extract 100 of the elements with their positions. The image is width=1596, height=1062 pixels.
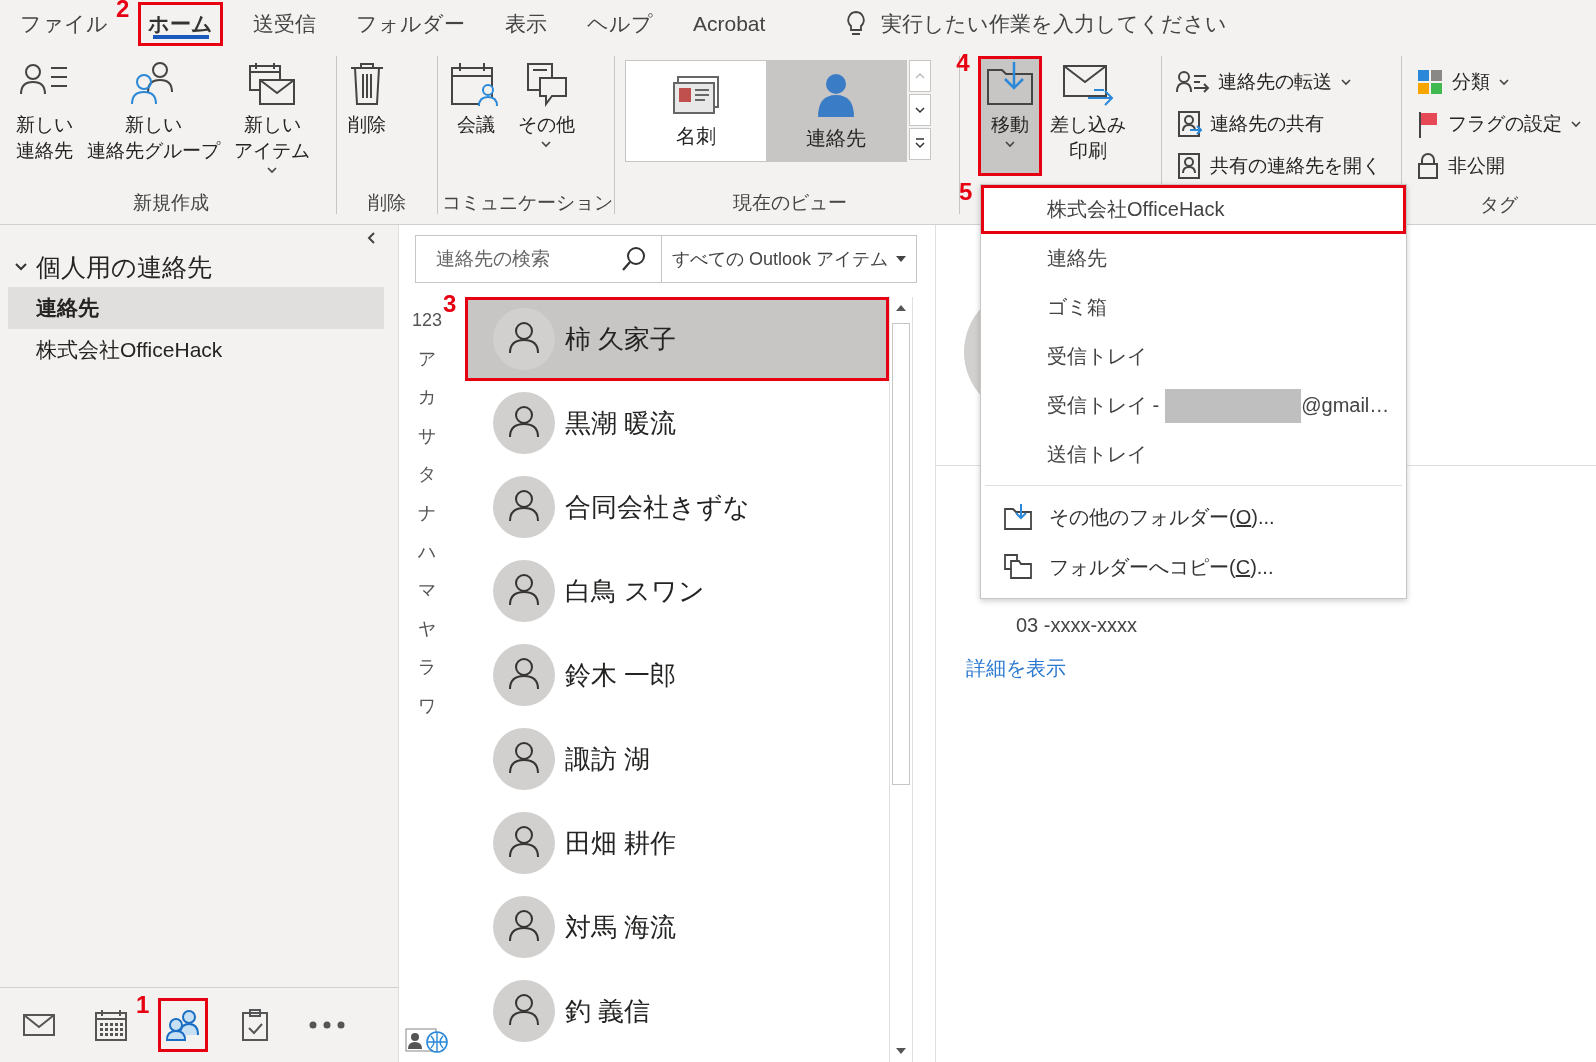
contact-row[interactable]: 釣 義信	[465, 969, 889, 1053]
folder-item[interactable]: 株式会社OfficeHack	[8, 329, 384, 371]
view-option[interactable]: 名刺	[625, 61, 766, 161]
contact-row[interactable]: 黒潮 暖流	[465, 381, 889, 465]
more-icon	[309, 1021, 345, 1029]
index-letter[interactable]: ナ	[418, 493, 436, 533]
lock-icon	[1416, 152, 1440, 180]
avatar-icon	[493, 560, 555, 622]
nav-button[interactable]	[158, 998, 208, 1052]
menu-tab[interactable]: 送受信	[243, 2, 326, 46]
contact-name: 柿 久家子	[565, 322, 677, 356]
menu-tab[interactable]: Acrobat	[683, 2, 776, 46]
avatar-icon	[493, 476, 555, 538]
search-icon	[621, 246, 647, 272]
index-letter[interactable]: サ	[418, 416, 436, 456]
ribbon-button[interactable]: 差し込み 印刷	[1044, 56, 1133, 176]
menu-item[interactable]: 受信トレイ - @gmail…	[981, 381, 1406, 430]
scroll-thumb[interactable]	[892, 323, 910, 785]
dropdown-arrow-icon	[896, 256, 906, 262]
ribbon-button[interactable]: 非公開	[1416, 146, 1582, 186]
step-number: 3	[443, 291, 457, 317]
contact-globe-icon	[405, 1028, 449, 1054]
step-number: 4	[956, 50, 970, 76]
contact-name: 釣 義信	[565, 994, 651, 1028]
ribbon-button[interactable]: 移動	[978, 56, 1043, 176]
color-grid-icon	[1416, 68, 1444, 96]
lightbulb-icon	[845, 10, 868, 38]
ribbon-button[interactable]: 会議	[441, 56, 510, 176]
phone-number: 03 -xxxx-xxxx	[1016, 614, 1139, 637]
ribbon-button[interactable]: その他	[511, 56, 581, 176]
menu-item[interactable]: フォルダーへコピー(C)...	[981, 542, 1406, 592]
menu-item[interactable]: その他のフォルダー(O)...	[981, 492, 1406, 542]
calendar-icon	[93, 1008, 129, 1042]
person-forward-icon	[1176, 70, 1211, 94]
contact-row[interactable]: 田畑 耕作	[465, 801, 889, 885]
arrow-up-icon	[896, 305, 906, 311]
contact-row[interactable]: 柿 久家子	[465, 297, 889, 381]
avatar-icon	[493, 308, 555, 370]
avatar-icon	[493, 980, 555, 1042]
index-letter[interactable]: ア	[418, 339, 436, 379]
menu-item[interactable]: 送信トレイ	[981, 430, 1406, 479]
chevron-down-icon	[913, 106, 926, 114]
contact-row[interactable]: 諏訪 湖	[465, 717, 889, 801]
menu-item[interactable]: 株式会社OfficeHack	[981, 185, 1406, 234]
search-field[interactable]: 実行したい作業を入力してください	[879, 11, 1304, 37]
avatar-icon	[493, 812, 555, 874]
index-letter[interactable]: カ	[418, 378, 436, 417]
menu-item[interactable]: ゴミ箱	[981, 283, 1406, 332]
ribbon-button[interactable]: 新しい アイテム	[228, 56, 316, 178]
contact-name: 白鳥 スワン	[565, 574, 706, 608]
mail-icon	[22, 1013, 56, 1037]
contact-card-icon	[1176, 152, 1203, 180]
folder-group-header[interactable]: 個人用の連絡先	[0, 247, 398, 287]
index-letter[interactable]: 123	[411, 301, 442, 340]
ribbon-button[interactable]: 削除	[341, 56, 394, 176]
menu-tab[interactable]: ファイル	[10, 2, 118, 46]
contact-row[interactable]: 鈴木 一郎	[465, 633, 889, 717]
folder-item[interactable]: 連絡先	[8, 287, 384, 329]
menu-tab[interactable]: ヘルプ	[577, 2, 663, 46]
menu-item[interactable]: 連絡先	[981, 234, 1406, 283]
arrow-down-icon	[896, 1048, 906, 1054]
step-number: 1	[136, 992, 150, 1018]
expand-more-icon	[913, 138, 926, 150]
ribbon-button[interactable]: 分類	[1416, 62, 1582, 102]
menu-tab[interactable]: 表示	[495, 2, 557, 46]
index-letter[interactable]: マ	[418, 571, 436, 610]
menu-tab[interactable]: ホーム	[138, 2, 223, 46]
menu-tab[interactable]: フォルダー	[346, 2, 475, 46]
clipboard-check-icon	[240, 1008, 270, 1042]
index-letter[interactable]: ワ	[418, 686, 436, 726]
menu-item[interactable]: 受信トレイ	[981, 332, 1406, 381]
ribbon-button[interactable]: 新しい 連絡先	[10, 56, 79, 176]
group-label: 現在のビュー	[732, 191, 848, 214]
index-letter[interactable]: タ	[418, 455, 436, 494]
contact-name: 諏訪 湖	[565, 742, 651, 776]
contact-row[interactable]: 白鳥 スワン	[465, 549, 889, 633]
index-letter[interactable]: ハ	[418, 532, 436, 572]
group-label: 削除	[367, 191, 408, 214]
ribbon-button[interactable]: 新しい 連絡先グループ	[81, 56, 226, 176]
index-letter[interactable]: ヤ	[418, 609, 436, 649]
contact-row[interactable]: 対馬 海流	[465, 885, 889, 969]
contact-name: 対馬 海流	[565, 910, 677, 944]
address-book-button[interactable]	[405, 1028, 449, 1054]
avatar-icon	[493, 392, 555, 454]
ribbon-button[interactable]: 連絡先の転送	[1176, 62, 1382, 102]
search-field[interactable]: 連絡先の検索	[434, 247, 621, 271]
flag-icon	[1416, 110, 1440, 138]
scope-dropdown[interactable]: すべての Outlook アイテム	[662, 236, 916, 282]
avatar-icon	[493, 896, 555, 958]
ribbon-button[interactable]: 共有の連絡先を開く	[1176, 146, 1382, 186]
more-button[interactable]	[908, 128, 931, 160]
view-option[interactable]: 連絡先	[765, 61, 906, 161]
ribbon-button[interactable]: 連絡先の共有	[1176, 104, 1382, 144]
step-number: 5	[959, 179, 973, 205]
contact-row[interactable]: 合同会社きずな	[465, 465, 889, 549]
ribbon-button[interactable]: フラグの設定	[1416, 104, 1582, 144]
details-link[interactable]: 詳細を表示	[966, 655, 1066, 682]
avatar-icon	[493, 644, 555, 706]
index-letter[interactable]: ラ	[418, 648, 436, 687]
chevron-left-icon	[366, 231, 376, 245]
